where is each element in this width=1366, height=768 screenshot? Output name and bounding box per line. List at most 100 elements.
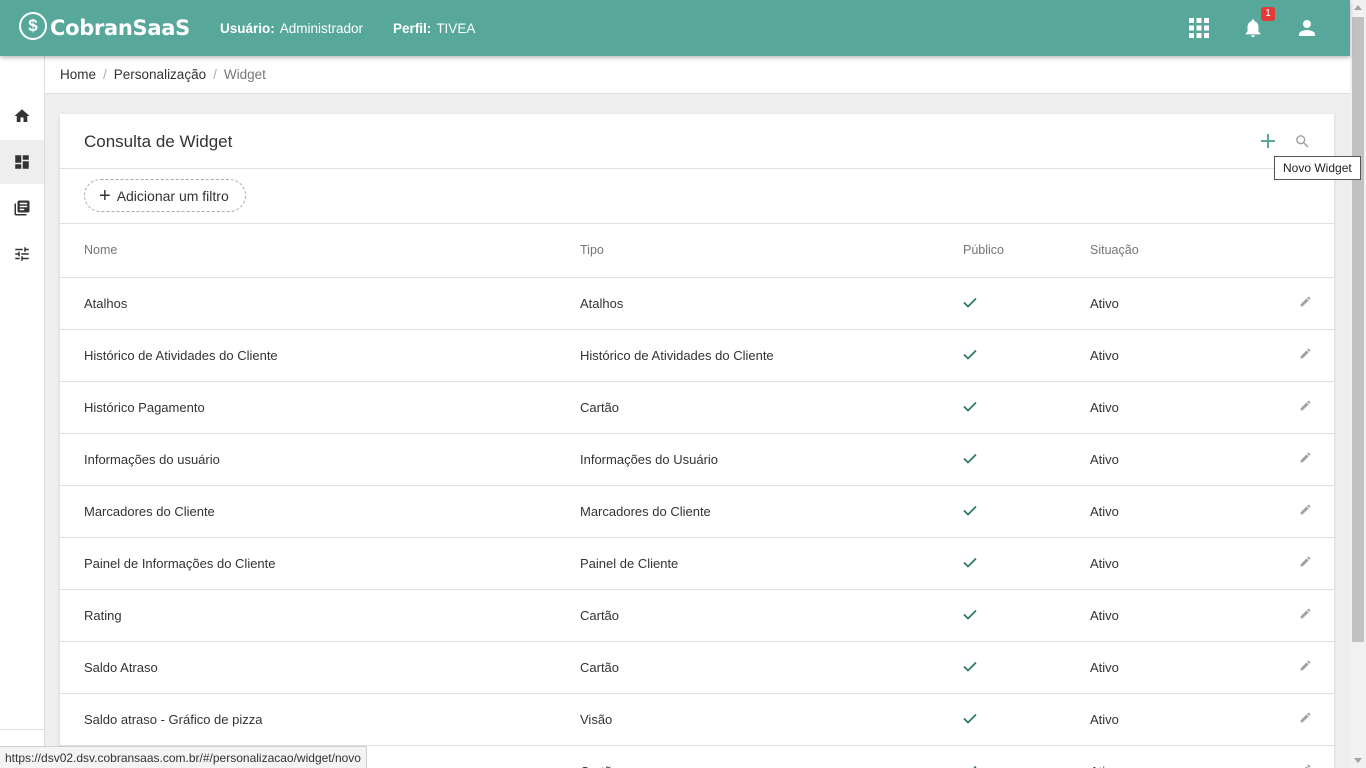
column-header-tipo[interactable]: Tipo <box>580 224 963 278</box>
cell-publico <box>963 641 1090 694</box>
sidebar-item-settings[interactable] <box>0 232 44 276</box>
cell-publico <box>963 329 1090 382</box>
table-row[interactable]: Histórico Pagamento Cartão Ativo <box>60 381 1334 434</box>
breadcrumb-personalizacao[interactable]: Personalização <box>114 67 206 82</box>
column-header-nome[interactable]: Nome <box>60 224 580 278</box>
app-logo[interactable]: $ CobranSaaS <box>19 11 190 40</box>
cell-tipo: Informações do Usuário <box>580 433 963 486</box>
edit-button[interactable] <box>1299 555 1312 571</box>
add-widget-button[interactable] <box>1258 131 1278 151</box>
logo-text: CobranSaaS <box>50 16 190 40</box>
cell-nome: Atalhos <box>60 277 580 330</box>
cell-publico <box>963 693 1090 746</box>
table-row[interactable]: Histórico de Atividades do Cliente Histór… <box>60 329 1334 382</box>
column-header-situacao[interactable]: Situação <box>1090 224 1270 278</box>
edit-button[interactable] <box>1299 399 1312 415</box>
page-scrollbar[interactable] <box>1350 0 1366 768</box>
scroll-up-arrow-icon[interactable] <box>1354 5 1362 10</box>
cell-tipo: Cartão <box>580 745 963 768</box>
breadcrumb: Home / Personalização / Widget <box>45 56 1350 94</box>
user-value: Administrador <box>279 21 364 36</box>
check-icon <box>963 661 977 672</box>
scroll-down-arrow-icon[interactable] <box>1354 758 1362 763</box>
edit-button[interactable] <box>1299 763 1312 768</box>
widget-table: Nome Tipo Público Situação Atalhos Atalho… <box>60 224 1334 768</box>
edit-button[interactable] <box>1299 607 1312 623</box>
add-filter-label: Adicionar um filtro <box>116 187 229 204</box>
top-actions: 1 <box>1186 7 1320 42</box>
breadcrumb-home[interactable]: Home <box>60 67 96 82</box>
cell-tipo: Atalhos <box>580 277 963 330</box>
cell-actions <box>1270 485 1334 538</box>
scroll-thumb[interactable] <box>1352 17 1364 642</box>
top-app-bar: $ CobranSaaS Usuário: Administrador Perfi… <box>0 0 1350 56</box>
column-header-actions <box>1270 224 1334 278</box>
edit-button[interactable] <box>1299 503 1312 519</box>
pencil-icon <box>1300 348 1311 359</box>
cell-tipo: Cartão <box>580 381 963 434</box>
table-row[interactable]: Marcadores do Cliente Marcadores do Clien… <box>60 485 1334 538</box>
user-info-user: Usuário: Administrador <box>220 21 363 36</box>
cell-actions <box>1270 537 1334 590</box>
search-icon <box>1295 134 1309 148</box>
plus-icon: + <box>99 184 111 207</box>
edit-button[interactable] <box>1299 347 1312 363</box>
cell-situacao: Ativo <box>1090 329 1270 382</box>
pencil-icon <box>1300 296 1311 307</box>
cell-tipo: Cartão <box>580 641 963 694</box>
cell-tipo: Painel de Cliente <box>580 537 963 590</box>
search-button[interactable] <box>1292 131 1312 151</box>
cell-actions <box>1270 277 1334 330</box>
card-header: Consulta de Widget <box>60 114 1334 169</box>
browser-status-url: https://dsv02.dsv.cobransaas.com.br/#/pe… <box>0 746 367 768</box>
breadcrumb-current: Widget <box>223 67 266 82</box>
new-widget-tooltip: Novo Widget <box>1274 156 1361 180</box>
check-icon <box>963 453 977 464</box>
sidebar-item-dashboard[interactable] <box>0 140 44 184</box>
page-title: Consulta de Widget <box>84 132 233 151</box>
check-icon <box>963 297 977 308</box>
user-info-profile: Perfil: TIVEA <box>393 21 475 36</box>
edit-button[interactable] <box>1299 659 1312 675</box>
edit-button[interactable] <box>1299 451 1312 467</box>
logo-mark-icon: $ <box>19 11 47 40</box>
cell-nome: Saldo Atraso <box>60 641 580 694</box>
cell-tipo: Visão <box>580 693 963 746</box>
add-filter-button[interactable]: + Adicionar um filtro <box>84 179 246 212</box>
table-row[interactable]: Atalhos Atalhos Ativo <box>60 277 1334 330</box>
sidebar <box>0 56 45 768</box>
sidebar-item-home[interactable] <box>0 94 44 138</box>
column-header-publico[interactable]: Público <box>963 224 1090 278</box>
table-row[interactable]: Informações do usuário Informações do Usu… <box>60 433 1334 486</box>
cell-situacao: Ativo <box>1090 433 1270 486</box>
home-icon <box>14 109 30 122</box>
pencil-icon <box>1300 452 1311 463</box>
edit-button[interactable] <box>1299 711 1312 727</box>
bell-icon[interactable]: 1 <box>1240 7 1275 42</box>
cell-tipo: Cartão <box>580 589 963 642</box>
table-row[interactable]: Painel de Informações do Cliente Painel d… <box>60 537 1334 590</box>
card-actions <box>1258 131 1312 151</box>
table-row[interactable]: Rating Cartão Ativo <box>60 589 1334 642</box>
table-row[interactable]: Saldo atraso - Gráfico de pizza Visão Ativ… <box>60 693 1334 746</box>
cell-actions <box>1270 381 1334 434</box>
pencil-icon <box>1300 608 1311 619</box>
edit-button[interactable] <box>1299 295 1312 311</box>
sidebar-divider <box>0 729 44 730</box>
tune-icon <box>15 247 29 261</box>
cell-publico <box>963 485 1090 538</box>
widget-query-card: Consulta de Widget + Adicionar um filtro… <box>60 114 1334 768</box>
cell-nome: Histórico de Atividades do Cliente <box>60 329 580 382</box>
cell-publico <box>963 277 1090 330</box>
user-icon[interactable] <box>1294 14 1320 42</box>
table-row[interactable]: Saldo Atraso Cartão Ativo <box>60 641 1334 694</box>
sidebar-item-library[interactable] <box>0 186 44 230</box>
cell-actions <box>1270 589 1334 642</box>
cell-nome: Informações do usuário <box>60 433 580 486</box>
apps-icon[interactable] <box>1186 14 1212 42</box>
cell-nome: Saldo atraso - Gráfico de pizza <box>60 693 580 746</box>
cell-tipo: Histórico de Atividades do Cliente <box>580 329 963 382</box>
cell-publico <box>963 745 1090 768</box>
cell-actions <box>1270 433 1334 486</box>
cell-actions <box>1270 745 1334 768</box>
